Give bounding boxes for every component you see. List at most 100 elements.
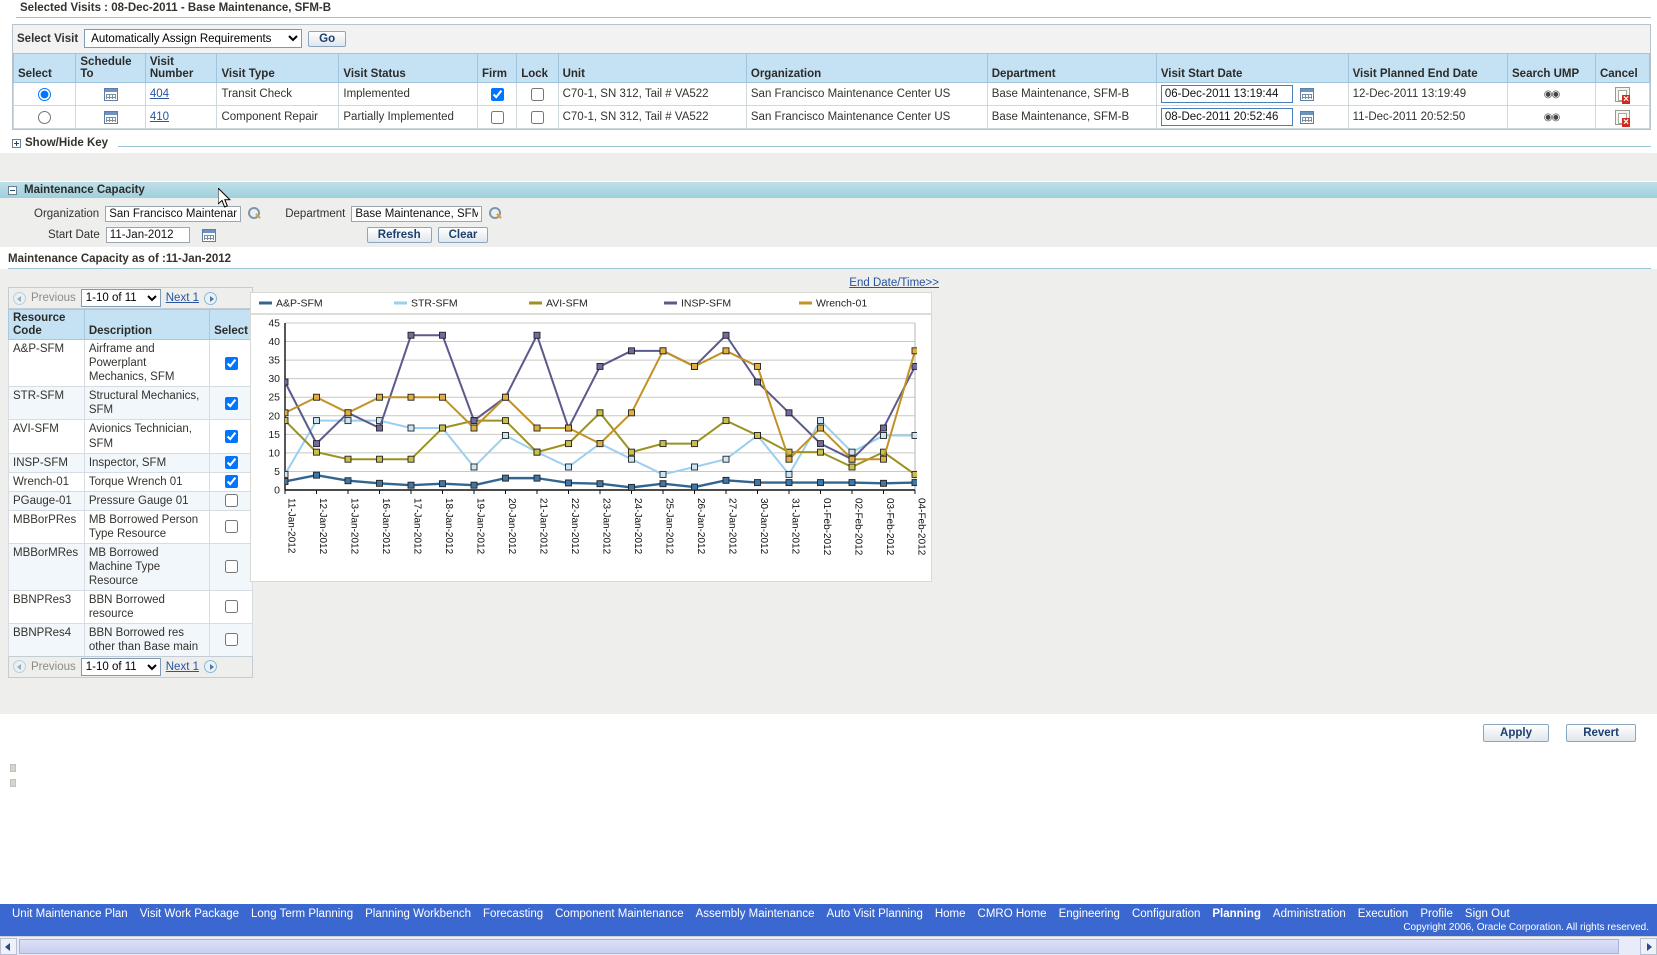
next-link[interactable]: Next 1 xyxy=(166,661,199,673)
resource-select-cell[interactable] xyxy=(209,490,253,511)
resource-select-checkbox[interactable] xyxy=(224,520,238,534)
row-search-ump-cell[interactable]: ◉◉ xyxy=(1507,82,1596,107)
resource-select-checkbox[interactable] xyxy=(224,429,238,443)
department-input[interactable] xyxy=(351,206,483,223)
row-visit-number-cell[interactable]: 410 xyxy=(144,105,218,130)
row-lock-cell[interactable] xyxy=(516,82,559,107)
previous-arrow-icon[interactable] xyxy=(13,660,26,674)
row-schedule-to-cell[interactable] xyxy=(75,82,146,107)
row-search-ump-cell[interactable]: ◉◉ xyxy=(1507,105,1596,130)
row-select-cell[interactable] xyxy=(12,82,77,107)
row-visit-start-date-cell[interactable] xyxy=(1155,105,1349,130)
row-cancel-cell[interactable] xyxy=(1594,105,1651,130)
resource-select-cell[interactable] xyxy=(209,542,253,591)
department-search-icon[interactable] xyxy=(488,207,502,221)
resource-select-cell[interactable] xyxy=(209,386,253,421)
footer-link-unit-maintenance-plan[interactable]: Unit Maintenance Plan xyxy=(6,908,134,920)
cancel-visit-icon[interactable] xyxy=(1614,109,1630,127)
collapse-minus-icon[interactable] xyxy=(8,185,17,195)
lock-checkbox[interactable] xyxy=(530,87,544,101)
schedule-to-calendar-icon[interactable] xyxy=(103,87,118,101)
row-firm-cell[interactable] xyxy=(476,82,518,107)
horizontal-scrollbar[interactable] xyxy=(0,936,1657,955)
start-date-input[interactable] xyxy=(105,227,190,244)
resource-select-checkbox[interactable] xyxy=(224,356,238,370)
footer-link-component-maintenance[interactable]: Component Maintenance xyxy=(549,908,690,920)
lock-checkbox[interactable] xyxy=(530,110,544,124)
visit-start-date-calendar-icon[interactable] xyxy=(1300,110,1315,124)
previous-arrow-icon[interactable] xyxy=(13,291,26,305)
resource-select-cell[interactable] xyxy=(209,452,253,473)
row-lock-cell[interactable] xyxy=(516,105,559,130)
scrollbar-track[interactable] xyxy=(17,937,1640,955)
select-visit-dropdown[interactable]: Automatically Assign Requirements xyxy=(84,29,303,48)
resource-select-cell[interactable] xyxy=(209,339,253,388)
row-select-cell[interactable] xyxy=(12,105,77,130)
footer-link-execution[interactable]: Execution xyxy=(1352,908,1415,920)
row-schedule-to-cell[interactable] xyxy=(75,105,146,130)
visit-start-date-input[interactable] xyxy=(1160,85,1293,104)
resource-range-dropdown[interactable]: 1-10 of 11 xyxy=(80,289,161,308)
footer-link-planning-workbench[interactable]: Planning Workbench xyxy=(359,908,477,920)
resource-select-checkbox[interactable] xyxy=(224,494,238,508)
show-hide-key[interactable]: Show/Hide Key xyxy=(12,137,1651,149)
search-ump-icon[interactable]: ◉◉ xyxy=(1544,89,1560,100)
row-cancel-cell[interactable] xyxy=(1594,82,1651,107)
go-button[interactable]: Go xyxy=(308,30,347,47)
organization-search-icon[interactable] xyxy=(247,207,261,221)
resource-select-checkbox[interactable] xyxy=(224,475,238,488)
visit-start-date-calendar-icon[interactable] xyxy=(1300,87,1315,101)
next-arrow-icon[interactable] xyxy=(204,291,217,305)
footer-link-engineering[interactable]: Engineering xyxy=(1053,908,1126,920)
visit-radio[interactable] xyxy=(38,110,52,124)
resource-select-cell[interactable] xyxy=(209,589,253,624)
firm-checkbox[interactable] xyxy=(490,87,504,101)
row-visit-number-cell[interactable]: 404 xyxy=(144,82,218,107)
footer-link-auto-visit-planning[interactable]: Auto Visit Planning xyxy=(821,908,929,920)
schedule-to-calendar-icon[interactable] xyxy=(103,110,118,124)
apply-button[interactable]: Apply xyxy=(1483,724,1549,743)
footer-link-profile[interactable]: Profile xyxy=(1414,908,1459,920)
row-visit-start-date-cell[interactable] xyxy=(1155,82,1349,107)
resource-select-checkbox[interactable] xyxy=(224,633,238,647)
clear-button[interactable]: Clear xyxy=(437,227,489,244)
scroll-left-icon[interactable] xyxy=(0,937,17,955)
footer-link-assembly-maintenance[interactable]: Assembly Maintenance xyxy=(690,908,821,920)
refresh-button[interactable]: Refresh xyxy=(366,227,432,244)
footer-link-visit-work-package[interactable]: Visit Work Package xyxy=(134,908,245,920)
resource-select-cell[interactable] xyxy=(209,471,253,492)
resource-select-cell[interactable] xyxy=(209,509,253,544)
resource-select-checkbox[interactable] xyxy=(224,600,238,614)
expand-plus-icon[interactable] xyxy=(12,138,21,148)
resource-select-cell[interactable] xyxy=(209,419,253,454)
row-firm-cell[interactable] xyxy=(476,105,518,130)
next-link[interactable]: Next 1 xyxy=(166,292,199,304)
footer-link-long-term-planning[interactable]: Long Term Planning xyxy=(245,908,359,920)
visit-number-link[interactable]: 410 xyxy=(150,111,169,123)
search-ump-icon[interactable]: ◉◉ xyxy=(1544,112,1560,123)
footer-link-administration[interactable]: Administration xyxy=(1267,908,1352,920)
visit-number-link[interactable]: 404 xyxy=(150,88,169,100)
scroll-right-icon[interactable] xyxy=(1640,937,1657,955)
footer-link-configuration[interactable]: Configuration xyxy=(1126,908,1206,920)
resource-select-checkbox[interactable] xyxy=(224,396,238,410)
visit-start-date-input[interactable] xyxy=(1160,108,1293,127)
footer-link-home[interactable]: Home xyxy=(929,908,972,920)
footer-link-cmro-home[interactable]: CMRO Home xyxy=(972,908,1053,920)
firm-checkbox[interactable] xyxy=(490,110,504,124)
resource-select-checkbox[interactable] xyxy=(224,455,238,469)
footer-link-forecasting[interactable]: Forecasting xyxy=(477,908,549,920)
cancel-visit-icon[interactable] xyxy=(1614,86,1630,104)
footer-link-planning[interactable]: Planning xyxy=(1206,908,1267,920)
resource-select-checkbox[interactable] xyxy=(224,560,238,574)
footer-link-sign-out[interactable]: Sign Out xyxy=(1459,908,1516,920)
next-arrow-icon[interactable] xyxy=(204,660,217,674)
scrollbar-thumb[interactable] xyxy=(19,938,1619,954)
visit-radio[interactable] xyxy=(38,87,52,101)
organization-input[interactable] xyxy=(105,206,242,223)
revert-button[interactable]: Revert xyxy=(1566,724,1636,743)
resource-select-cell[interactable] xyxy=(209,622,253,657)
end-date-time-link[interactable]: End Date/Time>> xyxy=(849,277,939,289)
resource-range-dropdown[interactable]: 1-10 of 11 xyxy=(80,657,161,676)
start-date-calendar-icon[interactable] xyxy=(201,228,216,242)
